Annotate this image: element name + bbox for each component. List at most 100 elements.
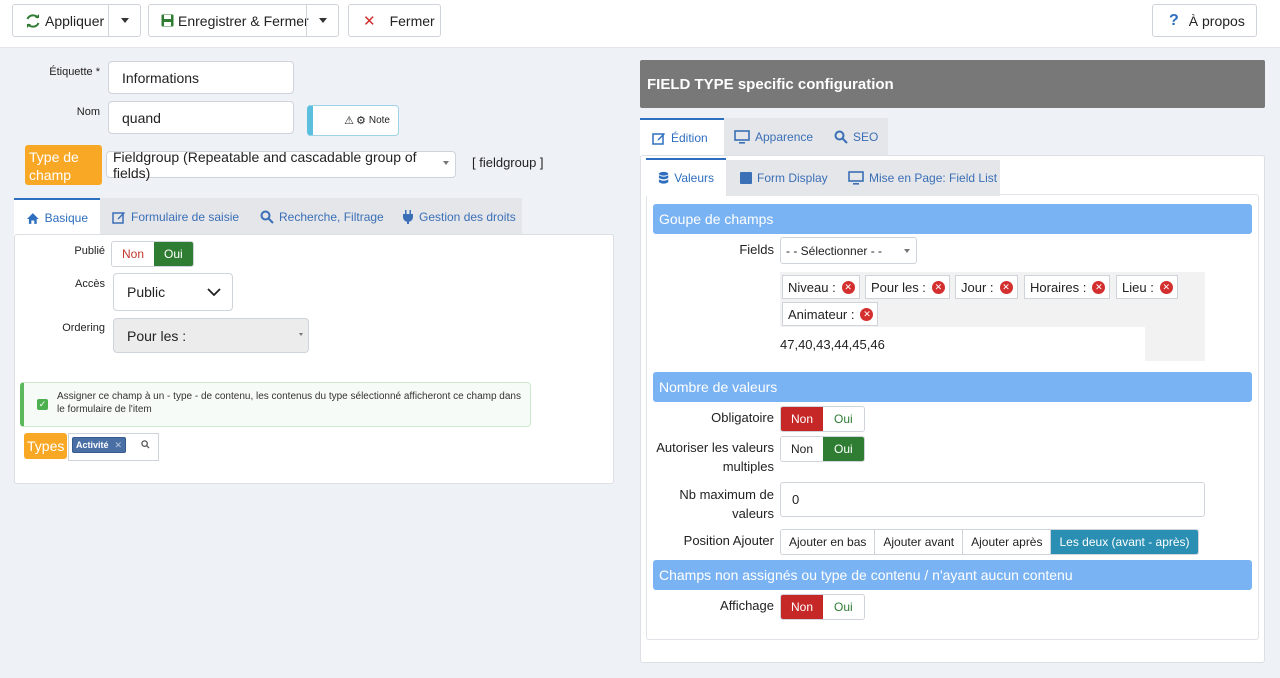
name-field-label: Nom xyxy=(76,106,100,118)
subtab-form-display[interactable]: Form Display xyxy=(728,159,840,197)
multiple-toggle[interactable]: Non Oui xyxy=(780,436,865,462)
tab-apparence[interactable]: Apparence xyxy=(722,118,825,156)
refresh-icon xyxy=(26,13,40,28)
required-label: Obligatoire xyxy=(711,410,774,425)
multiple-label: Autoriser les valeurs multiples xyxy=(656,440,774,474)
tab-basique-label: Basique xyxy=(44,211,88,225)
type-select[interactable]: Fieldgroup (Repeatable and cascadable gr… xyxy=(106,149,456,181)
fields-label: Fields xyxy=(739,242,774,257)
required-non[interactable]: Non xyxy=(781,407,824,431)
required-toggle[interactable]: Non Oui xyxy=(780,406,865,432)
position-after[interactable]: Ajouter après xyxy=(963,530,1052,554)
label-field-input[interactable]: Informations xyxy=(108,61,294,94)
save-close-dropdown-toggle[interactable] xyxy=(306,5,338,36)
config-header: FIELD TYPE specific configuration xyxy=(640,60,1265,108)
remove-icon[interactable]: ✕ xyxy=(860,307,874,321)
note-label: Note xyxy=(368,115,390,126)
types-tag-label: Activité xyxy=(76,440,109,450)
subtab-mise-en-page[interactable]: Mise en Page: Field List xyxy=(836,159,1009,197)
square-icon xyxy=(740,172,752,184)
tab-basique[interactable]: Basique xyxy=(14,198,100,236)
remove-icon[interactable]: ✕ xyxy=(931,280,945,294)
published-non[interactable]: Non xyxy=(112,242,155,266)
close-button[interactable]: ✕ Fermer xyxy=(348,4,441,37)
edit-icon xyxy=(112,212,125,224)
access-label: Accès xyxy=(75,278,105,290)
close-label: Fermer xyxy=(389,12,435,29)
published-oui[interactable]: Oui xyxy=(154,242,193,266)
apply-button[interactable]: Appliquer xyxy=(12,4,141,37)
search-icon xyxy=(141,440,150,449)
access-select[interactable]: Public xyxy=(113,273,233,311)
display-toggle[interactable]: Non Oui xyxy=(780,594,865,620)
ordering-select-value: Pour les : xyxy=(127,327,187,344)
note-button[interactable]: ⚠ ⚙ Note xyxy=(307,105,399,136)
name-field-input[interactable]: quand xyxy=(108,101,294,134)
max-values-label: Nb maximum de valeurs xyxy=(679,487,774,521)
remove-icon[interactable]: ✕ xyxy=(1159,280,1173,294)
chip-pour-les[interactable]: Pour les : ✕ xyxy=(865,275,950,299)
display-non[interactable]: Non xyxy=(781,595,824,619)
edit-icon xyxy=(652,133,665,145)
unassigned-section-title: Champs non assignés ou type de contenu /… xyxy=(653,560,1252,590)
monitor-icon xyxy=(848,171,864,185)
remove-icon[interactable]: ✕ xyxy=(999,280,1013,294)
gear-icon: ⚙ xyxy=(356,115,366,127)
tab-seo[interactable]: SEO xyxy=(822,118,890,156)
position-label: Position Ajouter xyxy=(683,533,774,548)
search-icon xyxy=(834,130,848,144)
subtab-mise-en-page-label: Mise en Page: Field List xyxy=(869,171,998,185)
home-icon xyxy=(26,212,39,224)
tab-gestion-droits[interactable]: Gestion des droits xyxy=(390,198,528,236)
chevron-down-icon xyxy=(120,18,129,23)
save-icon xyxy=(161,14,174,27)
chip-niveau[interactable]: Niveau : ✕ xyxy=(782,275,860,299)
required-oui[interactable]: Oui xyxy=(823,407,864,431)
tab-edition[interactable]: Édition xyxy=(640,118,724,156)
position-before[interactable]: Ajouter avant xyxy=(875,530,964,554)
monitor-icon xyxy=(734,130,750,144)
about-button[interactable]: ? À propos xyxy=(1152,4,1257,37)
position-group[interactable]: Ajouter en bas Ajouter avant Ajouter apr… xyxy=(780,529,1199,555)
chevron-down-icon xyxy=(904,249,910,253)
tab-recherche[interactable]: Recherche, Filtrage xyxy=(248,198,396,236)
apply-label: Appliquer xyxy=(45,12,105,29)
checkbox-checked-icon[interactable]: ✓ xyxy=(37,399,48,410)
chip-animateur-label: Animateur : xyxy=(788,306,855,322)
subtab-form-display-label: Form Display xyxy=(757,171,828,185)
chip-horaires-label: Horaires : xyxy=(1030,279,1087,295)
chevron-down-icon xyxy=(318,18,327,23)
chip-jour[interactable]: Jour : ✕ xyxy=(955,275,1018,299)
fields-select[interactable]: - - Sélectionner - - xyxy=(780,237,917,264)
multiple-oui[interactable]: Oui xyxy=(823,437,864,461)
max-values-input[interactable]: 0 xyxy=(780,482,1205,517)
subtab-valeurs[interactable]: Valeurs xyxy=(646,158,726,196)
chip-horaires[interactable]: Horaires : ✕ xyxy=(1024,275,1111,299)
remove-icon[interactable]: ✕ xyxy=(1092,280,1106,294)
search-icon xyxy=(260,210,274,224)
group-section-title: Goupe de champs xyxy=(653,204,1252,234)
remove-icon[interactable]: ✕ xyxy=(841,280,855,294)
save-close-button[interactable]: Enregistrer & Fermer xyxy=(148,4,339,37)
tab-formulaire[interactable]: Formulaire de saisie xyxy=(100,198,251,236)
remove-tag-icon[interactable]: ✕ xyxy=(115,440,123,451)
apply-dropdown-toggle[interactable] xyxy=(108,5,140,36)
chip-lieu[interactable]: Lieu : ✕ xyxy=(1116,275,1178,299)
field-ids-input[interactable]: 47,40,43,44,45,46 xyxy=(780,327,1145,361)
published-toggle[interactable]: Non Oui xyxy=(111,241,194,267)
types-input[interactable]: Activité ✕ xyxy=(68,433,159,461)
multiple-non[interactable]: Non xyxy=(781,437,824,461)
assign-text: Assigner ce champ à un - type - de conte… xyxy=(57,391,521,415)
chevron-down-icon xyxy=(299,333,303,336)
assign-info-box: ✓ Assigner ce champ à un - type - de con… xyxy=(20,382,531,427)
ordering-select[interactable]: Pour les : xyxy=(113,318,309,353)
chip-animateur[interactable]: Animateur : ✕ xyxy=(782,302,879,326)
toolbar: Appliquer Enregistrer & Fermer ✕ Fermer … xyxy=(0,0,1280,48)
chevron-down-icon xyxy=(196,274,232,310)
access-select-value: Public xyxy=(127,284,166,300)
position-bottom[interactable]: Ajouter en bas xyxy=(781,530,876,554)
types-tag[interactable]: Activité ✕ xyxy=(72,437,127,453)
display-oui[interactable]: Oui xyxy=(823,595,864,619)
chevron-down-icon xyxy=(443,161,449,165)
position-both[interactable]: Les deux (avant - après) xyxy=(1051,530,1198,554)
